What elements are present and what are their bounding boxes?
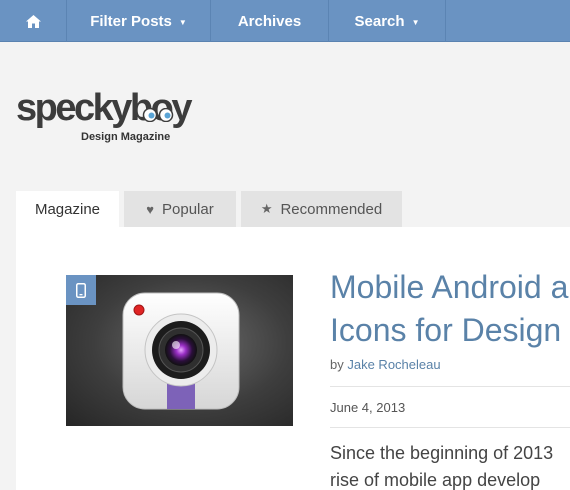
chevron-down-icon: ▼ [411,17,420,27]
nav-archives-label: Archives [237,12,302,30]
article-excerpt: Since the beginning of 2013 rise of mobi… [330,440,570,490]
nav-filter-posts-label: Filter Posts [90,12,172,30]
divider [330,427,570,428]
tab-popular-label: Popular [162,200,214,218]
site-logo[interactable]: speckyboy Design Magazine [16,88,192,146]
author-link[interactable]: Jake Rocheleau [347,357,440,372]
star-icon: ★ [260,201,273,216]
tab-magazine-label: Magazine [34,200,101,218]
nav-archives[interactable]: Archives [211,0,329,42]
nav-home-button[interactable] [0,0,67,42]
nav-search-label: Search [354,12,405,30]
mobile-category-badge[interactable] [66,275,96,305]
byline-prefix: by [330,357,344,372]
article-byline: by Jake Rocheleau [330,357,441,372]
heart-icon: ♥ [146,201,154,217]
chevron-down-icon: ▼ [178,17,187,27]
tab-popular[interactable]: ♥ Popular [124,191,236,227]
divider [330,386,570,387]
article-title-link[interactable]: Mobile Android a Icons for Design [330,266,570,352]
home-icon [25,14,41,28]
excerpt-line-1: Since the beginning of 2013 [330,443,554,463]
nav-search[interactable]: Search ▼ [329,0,446,42]
article-title-line-2: Icons for Design [330,312,562,348]
article-date: June 4, 2013 [330,400,406,415]
nav-filter-posts[interactable]: Filter Posts ▼ [67,0,211,42]
logo-tagline: Design Magazine [81,131,171,143]
article-title-line-1: Mobile Android a [330,269,569,305]
article-thumbnail[interactable] [66,275,293,426]
camera-app-icon-image [122,292,240,410]
logo-eyes-icon [142,108,174,122]
mobile-icon [76,282,86,298]
top-navigation: Filter Posts ▼ Archives Search ▼ [0,0,570,42]
tab-magazine[interactable]: Magazine [16,191,119,227]
tab-recommended-label: Recommended [280,200,383,218]
tab-recommended[interactable]: ★ Recommended [241,191,402,227]
excerpt-line-2: rise of mobile app develop [330,470,541,490]
